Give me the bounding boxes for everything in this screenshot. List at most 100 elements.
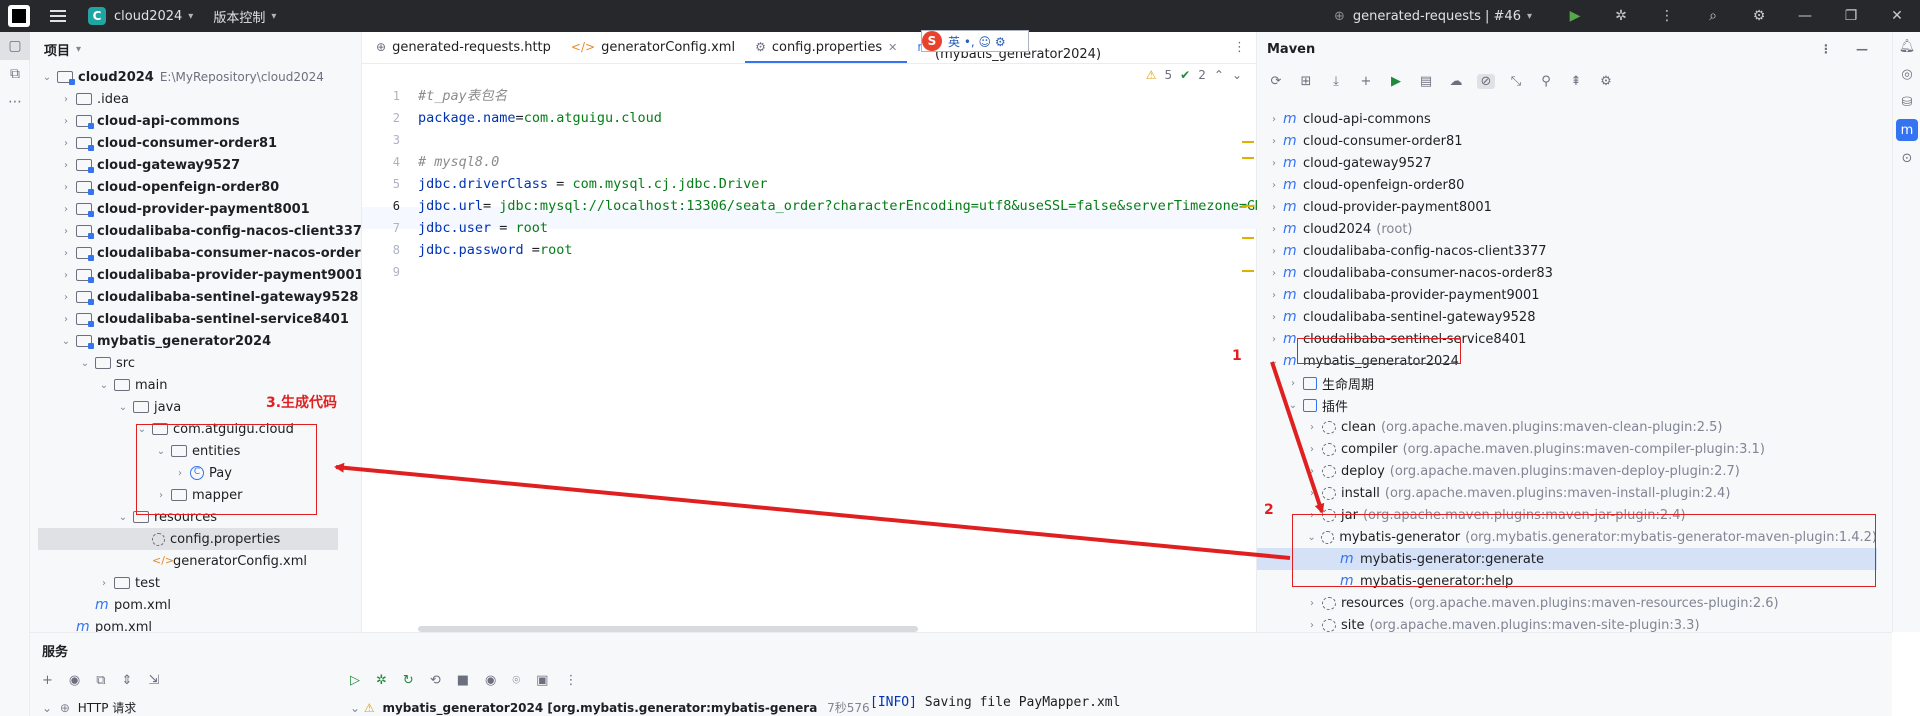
main-menu-icon[interactable] xyxy=(50,10,66,22)
chevron-right-icon[interactable]: › xyxy=(1267,246,1281,257)
show-deps-icon[interactable]: ⇞ xyxy=(1567,74,1585,89)
chevron-right-icon[interactable]: › xyxy=(1267,158,1281,169)
tree-item[interactable]: m pom.xml xyxy=(30,616,152,632)
run-icon[interactable]: ▶ xyxy=(1552,8,1598,24)
project-badge-icon[interactable]: C xyxy=(88,7,106,25)
code-line[interactable]: #t_pay表包名 xyxy=(418,85,507,107)
structure-icon[interactable]: ⧉ xyxy=(0,60,30,88)
maven-plugins[interactable]: ⌄ 插件 xyxy=(1257,394,1877,416)
chevron-right-icon[interactable]: › xyxy=(59,314,73,325)
warning-marker[interactable] xyxy=(1242,205,1254,207)
debug-icon[interactable]: ✲ xyxy=(1598,8,1644,24)
chevron-right-icon[interactable]: › xyxy=(1267,224,1281,235)
tree-item-selected[interactable]: config.properties xyxy=(38,528,338,550)
layout-icon[interactable]: ▣ xyxy=(536,673,548,688)
settings-gear-icon[interactable]: ⚙ xyxy=(1736,8,1782,24)
tree-item[interactable]: › cloud-gateway9527 xyxy=(30,154,240,176)
chevron-right-icon[interactable]: › xyxy=(1267,114,1281,125)
chevron-right-icon[interactable]: › xyxy=(1305,488,1319,499)
maximize-icon[interactable]: ❐ xyxy=(1828,8,1874,24)
maven-module[interactable]: › m cloudalibaba-sentinel-gateway9528 xyxy=(1257,306,1877,328)
chevron-down-icon[interactable]: ⌄ xyxy=(40,72,54,83)
maven-module[interactable]: › m cloud-consumer-order81 xyxy=(1257,130,1877,152)
code-line[interactable]: jdbc.url= jdbc:mysql://localhost:13306/s… xyxy=(418,195,1263,217)
chevron-right-icon[interactable]: › xyxy=(1267,290,1281,301)
chevron-right-icon[interactable]: › xyxy=(59,182,73,193)
tree-item[interactable]: › .idea xyxy=(30,88,129,110)
maven-plugin[interactable]: › resources (org.apache.maven.plugins:mave… xyxy=(1257,592,1877,614)
maven-module[interactable]: › m cloud-api-commons xyxy=(1257,108,1877,130)
maven-module[interactable]: › m cloudalibaba-provider-payment9001 xyxy=(1257,284,1877,306)
run-config-icon[interactable]: ▤ xyxy=(1417,74,1435,89)
vcs-menu[interactable]: 版本控制 xyxy=(213,7,265,26)
tree-item[interactable]: › cloudalibaba-config-nacos-client3377 xyxy=(30,220,361,242)
endpoints-icon[interactable]: ⊙ xyxy=(1893,144,1920,172)
chevron-right-icon[interactable]: › xyxy=(97,578,111,589)
chevron-right-icon[interactable]: › xyxy=(59,138,73,149)
tree-item[interactable]: › cloudalibaba-consumer-nacos-order83 xyxy=(30,242,361,264)
skip-tests-icon[interactable]: ⊘ xyxy=(1477,73,1495,89)
maven-module[interactable]: › m cloud-openfeign-order80 xyxy=(1257,174,1877,196)
database-icon[interactable]: ⛁ xyxy=(1893,88,1920,116)
more-icon[interactable]: ⋮ xyxy=(564,673,577,688)
tab-overflow-icon[interactable]: ⋮ xyxy=(1223,31,1256,63)
plus-icon[interactable]: + xyxy=(1357,74,1375,89)
run-tree-item[interactable]: ⌄ ⚠ mybatis_generator2024 [org.mybatis.g… xyxy=(350,699,870,716)
editor-tab[interactable]: ⚙ config.properties ✕ xyxy=(745,31,908,63)
code-line[interactable]: jdbc.driverClass = com.mysql.cj.jdbc.Dri… xyxy=(418,173,768,195)
code-line[interactable]: # mysql8.0 xyxy=(418,151,499,173)
debug-icon[interactable]: ✲ xyxy=(376,673,387,688)
tree-item[interactable]: </> generatorConfig.xml xyxy=(30,550,307,572)
project-name[interactable]: cloud2024 xyxy=(114,9,182,24)
settings-gear-icon[interactable]: ⚙ xyxy=(1597,74,1615,89)
warning-marker[interactable] xyxy=(1242,157,1254,159)
run-icon[interactable]: ▶ xyxy=(1387,74,1405,89)
chevron-right-icon[interactable]: › xyxy=(1305,620,1319,631)
more-tools-icon[interactable]: ⋯ xyxy=(0,88,30,116)
ime-toolbar[interactable]: S 英 •, ☺ ⚙ xyxy=(921,30,1029,52)
chevron-right-icon[interactable]: › xyxy=(59,116,73,127)
chevron-right-icon[interactable]: › xyxy=(1267,334,1281,345)
chevron-right-icon[interactable]: › xyxy=(1286,378,1300,389)
warning-marker[interactable] xyxy=(1242,270,1254,272)
chevron-right-icon[interactable]: › xyxy=(1267,136,1281,147)
maven-plugin[interactable]: › clean (org.apache.maven.plugins:maven-cl… xyxy=(1257,416,1877,438)
chevron-right-icon[interactable]: › xyxy=(1267,202,1281,213)
chevron-right-icon[interactable]: › xyxy=(59,204,73,215)
maven-module[interactable]: › m cloud-provider-payment8001 xyxy=(1257,196,1877,218)
run-icon[interactable]: ▷ xyxy=(350,673,360,688)
collapse-icon[interactable]: ⤡ xyxy=(1507,74,1525,89)
reload-icon[interactable]: ⟳ xyxy=(1267,74,1285,89)
new-group-icon[interactable]: ⧉ xyxy=(96,673,105,688)
chevron-down-icon[interactable]: ⌄ xyxy=(59,336,73,347)
tree-item[interactable]: › cloud-provider-payment8001 xyxy=(30,198,310,220)
maven-plugin[interactable]: › site (org.apache.maven.plugins:maven-sit… xyxy=(1257,614,1877,633)
tree-item[interactable]: ⌄ java xyxy=(30,396,181,418)
chevron-down-icon[interactable]: ⌄ xyxy=(116,402,130,413)
stop-icon[interactable]: ■ xyxy=(457,673,469,688)
chevron-right-icon[interactable]: › xyxy=(1305,466,1319,477)
notifications-icon[interactable]: 🔔︎ xyxy=(1893,32,1920,60)
add-project-icon[interactable]: ⊞ xyxy=(1297,74,1315,89)
chevron-down-icon[interactable]: ⌄ xyxy=(97,380,111,391)
download-icon[interactable]: ⤓ xyxy=(1327,74,1345,89)
minimize-icon[interactable]: — xyxy=(1782,8,1828,24)
run-config-selector[interactable]: ⊕ generated-requests | #46 ▾ xyxy=(1334,9,1532,24)
code-line[interactable]: jdbc.password =root xyxy=(418,239,572,261)
collapse-all-icon[interactable]: ⇲ xyxy=(148,673,159,688)
chevron-right-icon[interactable]: › xyxy=(59,160,73,171)
tree-item[interactable]: ⌄ mybatis_generator2024 xyxy=(30,330,271,352)
editor-tab[interactable]: </> generatorConfig.xml xyxy=(561,31,745,63)
maven-module[interactable]: › m cloud2024 (root) xyxy=(1257,218,1877,240)
screenshot-icon[interactable]: ⌾ xyxy=(512,673,520,688)
chevron-right-icon[interactable]: › xyxy=(59,270,73,281)
tree-item[interactable]: ⌄ src xyxy=(30,352,135,374)
inspection-widget[interactable]: ⚠ 5 ✔ 2 ⌃ ⌄ xyxy=(1146,68,1242,82)
view-icon[interactable]: ◉ xyxy=(485,673,496,688)
chevron-right-icon[interactable]: › xyxy=(59,226,73,237)
code-line[interactable]: jdbc.user = root xyxy=(418,217,548,239)
tree-item[interactable]: › cloud-openfeign-order80 xyxy=(30,176,279,198)
maven-module[interactable]: › m cloud-gateway9527 xyxy=(1257,152,1877,174)
chevron-down-icon[interactable]: ⌄ xyxy=(1267,356,1281,367)
chevron-down-icon[interactable]: ▾ xyxy=(188,11,193,22)
